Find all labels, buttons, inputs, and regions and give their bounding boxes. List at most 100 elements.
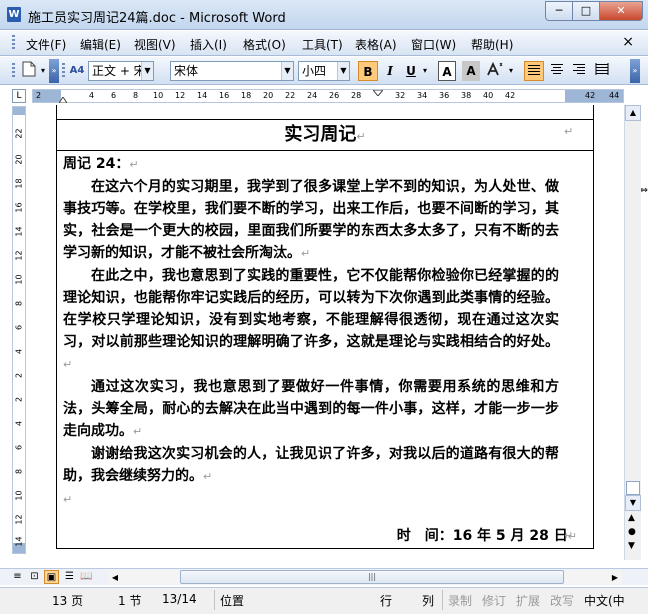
week-label: 周记 24： <box>63 156 130 172</box>
toolbar2-grip-handle[interactable] <box>62 63 65 79</box>
reading-layout-view-icon[interactable]: 📖 <box>79 570 94 584</box>
right-indent-marker-icon[interactable] <box>373 90 383 96</box>
status-section[interactable]: 1 节 <box>118 592 141 609</box>
ruler-tick: 22 <box>285 91 296 100</box>
distributed-align-icon[interactable] <box>593 61 611 81</box>
scroll-left-arrow-icon[interactable]: ◀ <box>108 571 122 585</box>
new-document-icon[interactable] <box>20 61 38 81</box>
document-body[interactable]: 周记 24：↵ 在这六个月的实习期里，我学到了很多课堂上学不到的知识，为人处世、… <box>63 153 559 511</box>
ruler-tick: 28 <box>351 91 362 100</box>
ruler-tick: 10 <box>14 274 24 285</box>
horizontal-scroll-track[interactable]: ◀ ||| ▶ <box>108 570 622 584</box>
style-combo[interactable]: 正文 + 宋位 ▼ <box>88 61 154 81</box>
left-indent-marker-icon[interactable] <box>59 97 67 103</box>
document-canvas[interactable]: 实习周记↵ 周记 24：↵ 在这六个月的实习期里，我学到了很多课堂上学不到的知识… <box>30 105 620 565</box>
maximize-button[interactable]: □ <box>572 1 599 21</box>
underline-dropdown-chevron-icon[interactable]: ▾ <box>421 61 429 81</box>
body-paragraph-2: 在此之中，我也意思到了实践的重要性，它不仅能帮你检验你已经掌握的的理论知识，也能… <box>63 265 559 376</box>
font-combo-value: 宋体 <box>174 64 199 78</box>
menu-format[interactable]: 格式(O) <box>243 36 286 53</box>
outline-view-icon[interactable]: ☰ <box>62 570 77 584</box>
ruler-tick: 44 <box>609 91 620 100</box>
toolbar-grip-handle[interactable] <box>12 63 15 79</box>
formatting-toolbar: ▾ » A4 正文 + 宋位 ▼ 宋体 ▼ 小四 ▼ B I U ▾ A A ▾… <box>0 57 648 85</box>
print-layout-view-icon[interactable]: ▣ <box>44 570 59 584</box>
font-size-combo[interactable]: 小四 ▼ <box>298 61 350 81</box>
text-effects-dropdown-chevron-icon[interactable]: ▾ <box>507 61 515 81</box>
chevron-down-icon[interactable]: ▼ <box>281 62 293 80</box>
status-page[interactable]: 13 页 <box>52 592 83 609</box>
ruler-tick: 4 <box>14 348 24 355</box>
scroll-right-arrow-icon[interactable]: ▶ <box>608 571 622 585</box>
status-overtype[interactable]: 改写 <box>550 592 574 609</box>
styles-formatting-icon[interactable]: A4 <box>68 61 86 81</box>
status-position[interactable]: 位置 <box>220 592 244 609</box>
next-page-icon[interactable]: ▼ <box>628 541 635 551</box>
toolbar-end-chevron-icon[interactable]: » <box>630 59 640 83</box>
date-text: 时 间：16 年 5 月 28 日 <box>396 528 568 544</box>
vertical-scroll-thumb[interactable] <box>626 481 640 495</box>
chevron-down-icon[interactable]: ▼ <box>337 62 349 80</box>
status-track-changes[interactable]: 修订 <box>482 592 506 609</box>
menu-insert[interactable]: 插入(I) <box>190 36 227 53</box>
normal-view-icon[interactable]: ≡ <box>10 570 25 584</box>
underline-button[interactable]: U <box>402 61 420 81</box>
ruler-tick: 42 <box>505 91 516 100</box>
italic-button[interactable]: I <box>381 61 399 81</box>
menu-table[interactable]: 表格(A) <box>355 36 397 53</box>
tab-selector-icon[interactable]: L <box>12 89 26 103</box>
toolbar-overflow-chevron-icon[interactable]: » <box>49 59 59 83</box>
document-heading: 实习周记↵ <box>57 119 593 151</box>
ruler-tick: 8 <box>14 468 24 475</box>
horizontal-ruler[interactable]: 2 4 6 8 10 12 14 16 18 20 22 24 26 28 32… <box>32 89 624 103</box>
font-combo[interactable]: 宋体 ▼ <box>170 61 294 81</box>
font-size-combo-value: 小四 <box>302 64 327 78</box>
paragraph-mark-icon: ↵ <box>129 158 139 171</box>
vertical-scrollbar[interactable]: ▲ ▼ ▲ ● ▼ <box>624 105 641 560</box>
scroll-up-arrow-icon[interactable]: ▲ <box>625 105 641 121</box>
align-justify-button[interactable] <box>524 61 544 81</box>
menu-view[interactable]: 视图(V) <box>134 36 176 53</box>
horizontal-scrollbar-area: ≡ ⊡ ▣ ☰ 📖 ◀ ||| ▶ <box>0 568 648 585</box>
status-extend-selection[interactable]: 扩展 <box>516 592 540 609</box>
ruler-tick: 24 <box>307 91 318 100</box>
minimize-button[interactable]: ─ <box>545 1 572 21</box>
web-layout-view-icon[interactable]: ⊡ <box>27 570 42 584</box>
horizontal-scroll-thumb[interactable]: ||| <box>180 570 564 584</box>
menubar-grip-handle[interactable] <box>12 35 15 51</box>
status-separator <box>442 590 443 610</box>
word-app-icon[interactable]: W <box>7 7 21 22</box>
previous-page-icon[interactable]: ▲ <box>628 513 635 523</box>
status-language[interactable]: 中文(中 <box>584 592 625 609</box>
character-border-icon[interactable]: A <box>438 61 456 81</box>
menu-tools[interactable]: 工具(T) <box>302 36 343 53</box>
vertical-ruler[interactable]: 22 20 18 16 14 12 10 8 6 4 2 2 4 6 8 10 … <box>12 106 26 554</box>
menu-help[interactable]: 帮助(H) <box>471 36 513 53</box>
paragraph-mark-icon: ↵ <box>63 358 73 371</box>
text-effects-icon[interactable] <box>484 61 506 81</box>
menu-window[interactable]: 窗口(W) <box>411 36 456 53</box>
body-paragraph-4: 谢谢给我这次实习机会的人，让我见识了许多，对我以后的道路有很大的帮助，我会继续努… <box>63 443 559 488</box>
empty-paragraph: ↵ <box>63 488 559 511</box>
select-browse-object-icon[interactable]: ● <box>628 527 636 537</box>
paragraph-mark-icon: ↵ <box>63 493 73 506</box>
document-close-icon[interactable]: × <box>622 34 634 50</box>
chevron-down-icon[interactable]: ▼ <box>141 62 153 80</box>
status-page-of[interactable]: 13/14 <box>162 592 197 606</box>
character-shading-icon[interactable]: A <box>462 61 480 81</box>
ruler-tick: 18 <box>241 91 252 100</box>
bold-button[interactable]: B <box>358 61 378 81</box>
status-record-macro[interactable]: 录制 <box>448 592 472 609</box>
close-button[interactable]: ✕ <box>599 1 643 21</box>
menu-edit[interactable]: 编辑(E) <box>80 36 121 53</box>
body-paragraph-3: 通过这次实习，我也意思到了要做好一件事情，你需要用系统的思维和方法，头筹全局，耐… <box>63 376 559 443</box>
paragraph-text: 在此之中，我也意思到了实践的重要性，它不仅能帮你检验你已经掌握的的理论知识，也能… <box>63 268 559 350</box>
menu-file[interactable]: 文件(F) <box>26 36 66 53</box>
align-center-icon[interactable] <box>548 61 566 81</box>
scroll-down-arrow-icon[interactable]: ▼ <box>625 495 641 511</box>
status-column[interactable]: 列 <box>422 592 434 609</box>
status-line[interactable]: 行 <box>380 592 392 609</box>
align-right-icon[interactable] <box>570 61 588 81</box>
new-dropdown-chevron-icon[interactable]: ▾ <box>39 61 47 81</box>
ruler-tick: 4 <box>89 91 95 100</box>
